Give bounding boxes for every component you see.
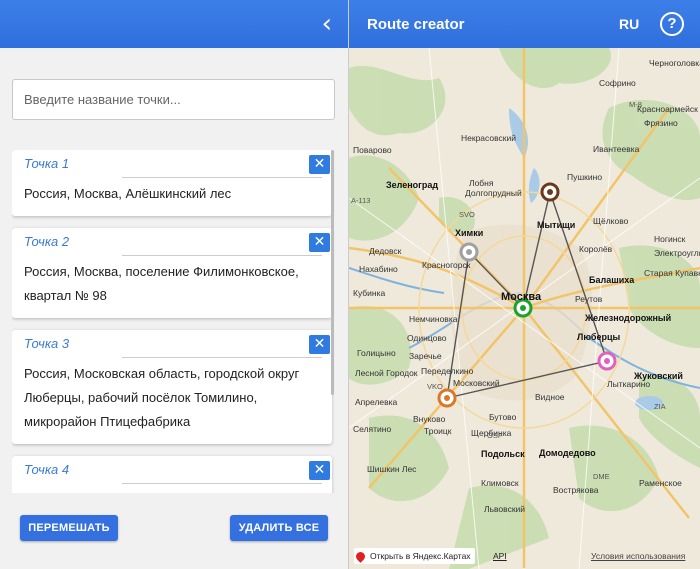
close-icon[interactable]: ✕ xyxy=(309,461,330,480)
points-panel: ‹ Точка 1 ✕ Россия, Москва, Алёшкинский … xyxy=(0,0,349,569)
map-label: Долгопрудный xyxy=(465,188,522,198)
map-label: Видное xyxy=(535,392,565,402)
map-label: Раменское xyxy=(639,478,682,488)
map-label: Поварово xyxy=(353,145,392,155)
map-label: Софрино xyxy=(599,78,636,88)
map-label: Ивантеевка xyxy=(593,144,640,154)
map-label: Троицк xyxy=(424,426,452,436)
map-label: Переделкино xyxy=(421,366,474,376)
map-label: Шишкин Лес xyxy=(367,464,417,474)
map-label: Апрелевка xyxy=(355,397,398,407)
map-label: Старая Купавна xyxy=(644,268,700,278)
airport-label: DME xyxy=(593,472,610,481)
map-label: Внуково xyxy=(413,414,446,424)
map-label: Фрязино xyxy=(644,118,678,128)
point-title: Точка 4 xyxy=(24,462,70,477)
map-label: Нахабино xyxy=(359,264,398,274)
map-label: Селятино xyxy=(353,424,392,434)
map-label: Пушкино xyxy=(567,172,603,182)
map-label: Одинцово xyxy=(407,333,447,343)
airport-label: SVO xyxy=(459,210,475,219)
divider xyxy=(122,483,322,484)
point-card[interactable]: Точка 2 ✕ Россия, Москва, поселение Фили… xyxy=(12,228,332,318)
point-address: Россия, Москва, поселение Филимонковское… xyxy=(24,264,299,303)
map-label: Электроугли xyxy=(654,248,700,258)
airport-label: VKO xyxy=(427,382,443,391)
map-label: Кубинка xyxy=(353,288,386,298)
close-icon[interactable]: ✕ xyxy=(309,155,330,174)
airport-label: OSF xyxy=(487,431,503,440)
divider xyxy=(122,357,322,358)
map-panel: Route creator RU ? Зеленоград Химки Мыти… xyxy=(349,0,700,569)
map-label: Москва xyxy=(501,291,542,303)
list-scrollbar[interactable] xyxy=(331,150,334,395)
map-label: Балашиха xyxy=(589,275,635,285)
airport-label: ZIA xyxy=(654,402,666,411)
open-in-yandex-link[interactable]: Открыть в Яндекс.Картах xyxy=(354,548,475,564)
search-field-wrapper xyxy=(12,79,335,120)
map-pin-icon xyxy=(354,549,367,563)
app-title: Route creator xyxy=(367,16,465,33)
panel-header: ‹ xyxy=(0,0,348,48)
point-search-input[interactable] xyxy=(13,80,334,119)
point-card[interactable]: Точка 3 ✕ Россия, Московская область, го… xyxy=(12,330,332,444)
point-title: Точка 2 xyxy=(24,234,70,249)
map-label: Мытищи xyxy=(537,220,576,230)
map-label: Дедовск xyxy=(369,246,402,256)
map-label: Железнодорожный xyxy=(585,313,672,323)
map-label: Лесной Городок xyxy=(355,368,418,378)
help-icon[interactable]: ? xyxy=(660,12,684,36)
map-label: Заречье xyxy=(409,351,442,361)
map-label: Голицыно xyxy=(357,348,396,358)
map-label: Черноголовка xyxy=(649,58,700,68)
point-card[interactable]: Точка 1 ✕ Россия, Москва, Алёшкинский ле… xyxy=(12,150,332,216)
open-in-yandex-label: Открыть в Яндекс.Картах xyxy=(370,551,471,561)
map-label: Ногинск xyxy=(654,234,686,244)
point-title: Точка 3 xyxy=(24,336,70,351)
map-label: Красногорск xyxy=(422,260,471,270)
point-title: Точка 1 xyxy=(24,156,70,171)
map-label: Лыткарино xyxy=(607,379,651,389)
close-icon[interactable]: ✕ xyxy=(309,335,330,354)
point-address: Россия, Москва, Алёшкинский лес xyxy=(24,186,232,201)
map-label: Климовск xyxy=(481,478,519,488)
map-label: Реутов xyxy=(575,294,603,304)
language-switch[interactable]: RU xyxy=(619,16,639,32)
map-label: Львовский xyxy=(484,504,526,514)
close-icon[interactable]: ✕ xyxy=(309,233,330,252)
map-label: Немчиновка xyxy=(409,314,458,324)
map-label: Щёлково xyxy=(593,216,629,226)
point-card[interactable]: Точка 4 ✕ Россия, Московская область, го… xyxy=(12,456,332,493)
yandex-map[interactable]: Зеленоград Химки Мытищи Москва Люберцы П… xyxy=(349,48,700,569)
map-label: Лобня xyxy=(469,178,494,188)
map-label: Зеленоград xyxy=(386,180,439,190)
shuffle-button[interactable]: ПЕРЕМЕШАТЬ xyxy=(20,515,118,541)
highway-label: A-113 xyxy=(351,196,371,205)
app-root: ‹ Точка 1 ✕ Россия, Москва, Алёшкинский … xyxy=(0,0,700,569)
map-label: Некрасовский xyxy=(461,133,516,143)
map-label: Подольск xyxy=(481,449,525,459)
api-link[interactable]: API xyxy=(493,551,507,561)
map-label: Люберцы xyxy=(577,332,621,342)
point-address: Россия, Московская область, городской ок… xyxy=(24,366,300,429)
divider xyxy=(122,177,322,178)
map-label: Красноармейск xyxy=(637,104,698,114)
highway-label: M-8 xyxy=(629,100,642,109)
map-label: Королёв xyxy=(579,244,613,254)
map-label: Химки xyxy=(455,228,484,238)
map-label: Бутово xyxy=(489,412,517,422)
terms-link[interactable]: Условия использования xyxy=(591,551,685,561)
divider xyxy=(122,255,322,256)
points-list[interactable]: Точка 1 ✕ Россия, Москва, Алёшкинский ле… xyxy=(12,150,335,493)
delete-all-button[interactable]: УДАЛИТЬ ВСЕ xyxy=(230,515,328,541)
chevron-left-icon[interactable]: ‹ xyxy=(322,11,332,37)
app-header: Route creator RU ? xyxy=(349,0,700,48)
map-label: Домодедово xyxy=(539,448,596,458)
map-label: Московский xyxy=(453,378,500,388)
map-label: Вострякова xyxy=(553,485,599,495)
